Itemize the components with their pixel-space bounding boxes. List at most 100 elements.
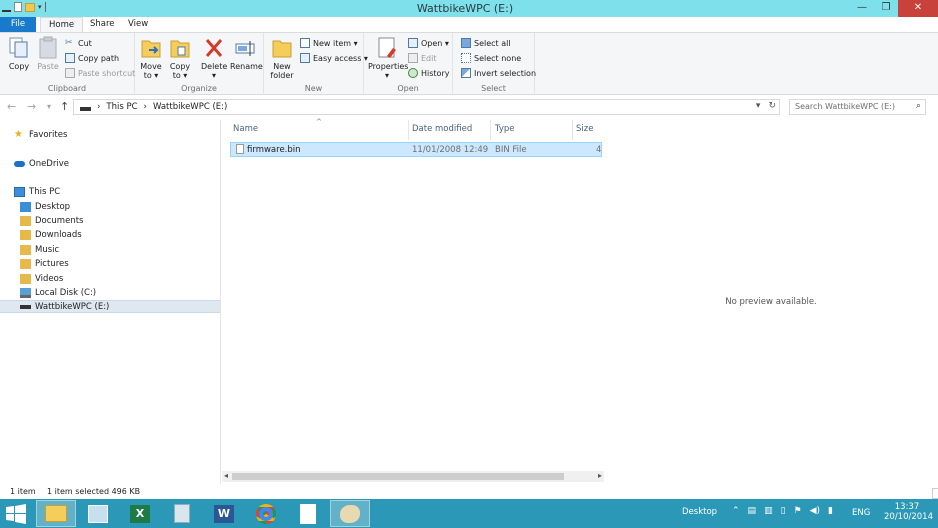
volume-icon[interactable]: ◀) [810,506,820,516]
address-dropdown-button[interactable]: ▾ [756,101,761,111]
taskbar-app-7[interactable] [288,500,328,527]
search-icon[interactable]: ⌕ [916,101,921,111]
edit-button[interactable]: Edit [408,53,437,63]
nav-documents[interactable]: Documents [0,214,220,227]
properties-icon [378,37,396,58]
breadcrumb-this-pc[interactable]: This PC [106,102,137,112]
refresh-button[interactable]: ↻ [768,101,776,111]
copy-path-icon [65,53,75,63]
language-indicator[interactable]: ENG [852,508,870,518]
nav-downloads[interactable]: Downloads [0,228,220,241]
taskbar-file-explorer[interactable] [36,500,76,527]
clock-date: 20/10/2014 [884,512,933,522]
copy-button[interactable]: Copy [6,36,32,71]
windows-start-icon[interactable] [5,504,27,524]
breadcrumb-separator[interactable]: › [97,102,100,112]
forward-button[interactable]: → [27,100,36,113]
easy-access-button[interactable]: Easy access ▾ [300,53,368,63]
clock[interactable]: 13:37 20/10/2014 [884,502,933,522]
taskbar-excel[interactable]: X [120,500,160,527]
copy-to-button[interactable]: Copy to ▾ [168,36,192,80]
tab-file[interactable]: File [0,17,36,32]
taskbar-chrome[interactable] [246,500,286,527]
nav-this-pc[interactable]: This PC [0,185,220,198]
nav-music[interactable]: Music [0,243,220,256]
address-bar[interactable]: › This PC › WattbikeWPC (E:) ▾ ↻ [73,99,780,115]
file-list: ^ Name Date modified Type Size firmware.… [222,118,604,484]
folder-icon [20,258,31,269]
control-panel-icon [88,504,108,523]
move-to-button[interactable]: Move to ▾ [139,36,163,80]
nav-pictures[interactable]: Pictures [0,257,220,270]
tab-view[interactable]: View [120,17,156,32]
invert-selection-button[interactable]: Invert selection [461,68,536,78]
edit-icon [408,53,418,63]
usb-drive-icon [20,304,31,309]
tab-share[interactable]: Share [82,17,123,32]
desktop-toolbar-label[interactable]: Desktop [682,507,717,517]
tab-home[interactable]: Home [40,17,84,32]
large-icons-view-icon[interactable] [932,488,938,499]
minimize-button[interactable]: — [850,0,874,17]
search-input[interactable]: Search WattbikeWPC (E:) ⌕ [789,99,926,115]
drive-icon [80,106,91,111]
rename-button[interactable]: Rename [230,36,263,71]
window-controls: — ❐ ✕ [850,0,938,17]
column-header-date[interactable]: Date modified [412,124,472,134]
new-folder-button[interactable]: New folder [268,36,296,80]
close-button[interactable]: ✕ [898,0,938,17]
nav-onedrive[interactable]: OneDrive [0,157,220,170]
nav-wattbike-drive[interactable]: WattbikeWPC (E:) [0,300,220,313]
up-button[interactable]: ↑ [60,100,69,113]
taskbar-app-4[interactable] [162,500,202,527]
history-button[interactable]: History [408,68,449,78]
column-header-name[interactable]: Name [233,124,258,134]
nav-local-disk-c[interactable]: Local Disk (C:) [0,286,220,299]
taskbar-paint[interactable] [330,500,370,527]
scrollbar-thumb[interactable] [232,473,564,480]
breadcrumb-drive[interactable]: WattbikeWPC (E:) [153,102,227,112]
usb-eject-icon[interactable]: ▯ [781,506,786,516]
properties-button[interactable]: Properties ▾ [368,36,408,80]
rename-icon [235,41,255,56]
address-row: ← → ▾ ↑ › This PC › WattbikeWPC (E:) ▾ ↻… [0,96,938,120]
delete-button[interactable]: Delete ▾ [201,36,227,80]
paint-icon [340,504,360,523]
restore-button[interactable]: ❐ [874,0,898,17]
file-row[interactable]: firmware.bin 11/01/2008 12:49 BIN File 4 [230,142,602,157]
power-icon[interactable]: ▮ [828,506,833,516]
breadcrumb-separator[interactable]: › [144,102,147,112]
copy-path-button[interactable]: Copy path [65,53,119,63]
organize-group-label: Organize [181,84,217,93]
scroll-left-icon[interactable]: ◂ [224,471,228,480]
column-divider[interactable] [408,120,409,140]
star-icon: ★ [14,128,23,140]
select-none-button[interactable]: Select none [461,53,521,63]
nav-videos[interactable]: Videos [0,272,220,285]
column-header-size[interactable]: Size [576,124,593,134]
nav-favorites[interactable]: ★ Favorites [0,128,220,141]
cut-button[interactable]: ✂ Cut [65,38,92,48]
printer-icon[interactable]: ▤ [748,506,757,516]
column-divider[interactable] [572,120,573,140]
select-all-button[interactable]: Select all [461,38,511,48]
horizontal-scrollbar[interactable]: ◂ ▸ [222,471,604,482]
taskbar-app-2[interactable] [78,500,118,527]
new-item-button[interactable]: New item ▾ [300,38,358,48]
show-hidden-icons-icon[interactable]: ⌃ [732,506,740,516]
open-button[interactable]: Open ▾ [408,38,449,48]
scroll-right-icon[interactable]: ▸ [598,471,602,480]
action-center-icon[interactable]: ⚑ [794,506,802,516]
column-header-type[interactable]: Type [495,124,515,134]
recent-locations-button[interactable]: ▾ [47,102,51,111]
copy-to-icon [170,40,190,58]
file-date: 11/01/2008 12:49 [412,145,489,155]
paste-shortcut-button[interactable]: Paste shortcut [65,68,135,78]
sort-ascending-icon: ^ [316,118,322,126]
paste-button[interactable]: Paste [35,36,61,71]
nav-desktop[interactable]: Desktop [0,200,220,213]
network-icon[interactable]: ▥ [764,506,773,516]
taskbar-word[interactable]: W [204,500,244,527]
column-divider[interactable] [490,120,491,140]
back-button[interactable]: ← [7,100,16,113]
